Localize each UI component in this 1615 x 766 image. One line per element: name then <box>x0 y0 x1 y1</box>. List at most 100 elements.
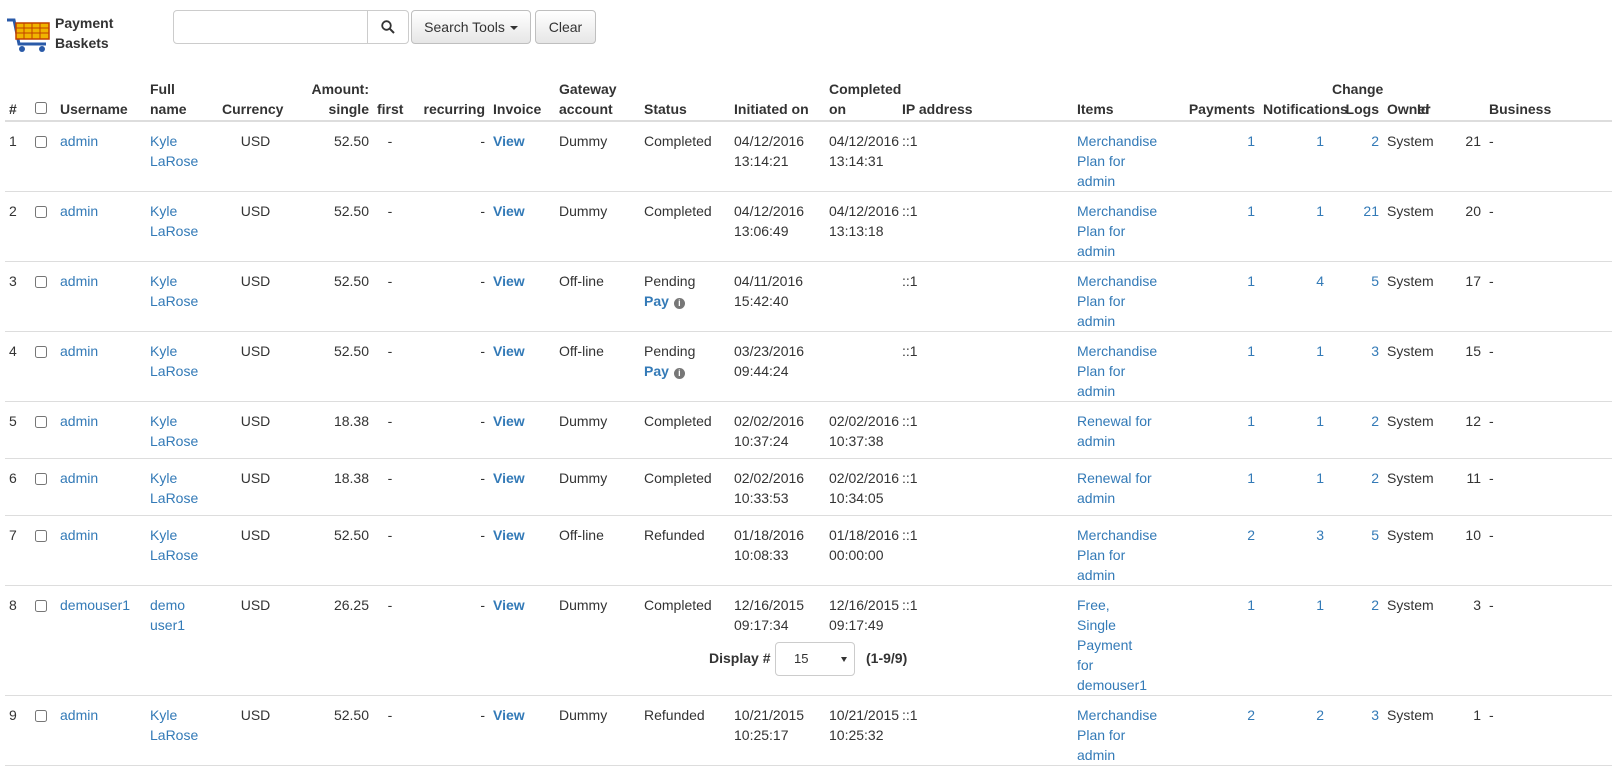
col-username[interactable]: Username <box>56 68 146 122</box>
col-recurring[interactable]: recurring <box>407 68 489 122</box>
row-checkbox[interactable] <box>35 473 47 485</box>
invoice-view-link[interactable]: View <box>493 343 525 359</box>
payments-link[interactable]: 1 <box>1247 413 1255 429</box>
payments-link[interactable]: 1 <box>1247 203 1255 219</box>
col-gateway[interactable]: Gateway account <box>555 68 640 122</box>
row-checkbox[interactable] <box>35 346 47 358</box>
invoice-view-link[interactable]: View <box>493 203 525 219</box>
invoice-view-link[interactable]: View <box>493 413 525 429</box>
change-logs-link[interactable]: 5 <box>1371 527 1379 543</box>
username-link[interactable]: admin <box>60 707 98 723</box>
username-link[interactable]: admin <box>60 133 98 149</box>
col-owner[interactable]: Owner <box>1383 68 1431 122</box>
full-name-link[interactable]: demo user1 <box>150 597 185 633</box>
pay-link[interactable]: Pay <box>644 363 669 379</box>
change-logs-link[interactable]: 2 <box>1371 133 1379 149</box>
col-currency[interactable]: Currency <box>218 68 293 122</box>
full-name-link[interactable]: Kyle LaRose <box>150 413 198 449</box>
full-name-link[interactable]: Kyle LaRose <box>150 527 198 563</box>
items-link[interactable]: Merchandise Plan for admin <box>1077 707 1157 763</box>
invoice-view-link[interactable]: View <box>493 273 525 289</box>
info-icon[interactable]: i <box>673 368 685 379</box>
items-link[interactable]: Merchandise Plan for admin <box>1077 273 1157 329</box>
row-checkbox[interactable] <box>35 136 47 148</box>
username-link[interactable]: admin <box>60 343 98 359</box>
change-logs-link[interactable]: 21 <box>1363 203 1379 219</box>
row-checkbox[interactable] <box>35 416 47 428</box>
username-link[interactable]: admin <box>60 413 98 429</box>
notifications-link[interactable]: 1 <box>1316 133 1324 149</box>
display-count-select[interactable]: 15 <box>775 642 855 676</box>
invoice-view-link[interactable]: View <box>493 707 525 723</box>
search-button[interactable] <box>367 10 409 44</box>
items-link[interactable]: Merchandise Plan for admin <box>1077 133 1157 189</box>
col-initiated[interactable]: Initiated on <box>730 68 825 122</box>
username-link[interactable]: admin <box>60 273 98 289</box>
notifications-link[interactable]: 2 <box>1316 707 1324 723</box>
change-logs-link[interactable]: 2 <box>1371 597 1379 613</box>
full-name-link[interactable]: Kyle LaRose <box>150 343 198 379</box>
full-name-link[interactable]: Kyle LaRose <box>150 273 198 309</box>
full-name-link[interactable]: Kyle LaRose <box>150 203 198 239</box>
payments-link[interactable]: 1 <box>1247 597 1255 613</box>
shopping-cart-icon <box>7 18 50 52</box>
row-checkbox[interactable] <box>35 206 47 218</box>
row-checkbox[interactable] <box>35 710 47 722</box>
notifications-link[interactable]: 1 <box>1316 203 1324 219</box>
payments-link[interactable]: 1 <box>1247 343 1255 359</box>
clear-button[interactable]: Clear <box>535 10 596 44</box>
username-link[interactable]: admin <box>60 203 98 219</box>
row-checkbox[interactable] <box>35 600 47 612</box>
change-logs-link[interactable]: 2 <box>1371 470 1379 486</box>
payments-link[interactable]: 2 <box>1247 707 1255 723</box>
notifications-link[interactable]: 1 <box>1316 597 1324 613</box>
info-icon[interactable]: i <box>673 298 685 309</box>
username-link[interactable]: demouser1 <box>60 597 130 613</box>
col-full-name[interactable]: Full name <box>146 68 218 122</box>
col-status[interactable]: Status <box>640 68 730 122</box>
change-logs-link[interactable]: 3 <box>1371 343 1379 359</box>
payments-link[interactable]: 2 <box>1247 527 1255 543</box>
notifications-link[interactable]: 3 <box>1316 527 1324 543</box>
invoice-view-link[interactable]: View <box>493 470 525 486</box>
search-tools-button[interactable]: Search Tools <box>411 10 531 44</box>
items-link[interactable]: Renewal for admin <box>1077 413 1152 449</box>
select-all-checkbox[interactable] <box>35 102 47 114</box>
invoice-view-link[interactable]: View <box>493 527 525 543</box>
full-name-link[interactable]: Kyle LaRose <box>150 133 198 169</box>
username-link[interactable]: admin <box>60 470 98 486</box>
items-link[interactable]: Renewal for admin <box>1077 470 1152 506</box>
notifications-link[interactable]: 1 <box>1316 413 1324 429</box>
notifications-link[interactable]: 1 <box>1316 470 1324 486</box>
status-text: Completed <box>644 133 712 149</box>
col-ip[interactable]: IP address <box>898 68 1073 122</box>
payments-link[interactable]: 1 <box>1247 470 1255 486</box>
row-number: 7 <box>5 515 29 586</box>
change-logs-link[interactable]: 3 <box>1371 707 1379 723</box>
notifications-link[interactable]: 1 <box>1316 343 1324 359</box>
pay-link[interactable]: Pay <box>644 293 669 309</box>
invoice-view-link[interactable]: View <box>493 133 525 149</box>
notifications-link[interactable]: 4 <box>1316 273 1324 289</box>
full-name-link[interactable]: Kyle LaRose <box>150 470 198 506</box>
initiated-on: 04/11/2016 15:42:40 <box>730 261 825 332</box>
col-first[interactable]: first <box>373 68 407 122</box>
col-amount-single[interactable]: Amount: single <box>293 68 373 122</box>
record-id: 12 <box>1413 401 1485 459</box>
items-link[interactable]: Merchandise Plan for admin <box>1077 343 1157 399</box>
col-business[interactable]: Business <box>1485 68 1612 122</box>
payments-link[interactable]: 1 <box>1247 133 1255 149</box>
col-completed[interactable]: Completed on <box>825 68 901 122</box>
payments-link[interactable]: 1 <box>1247 273 1255 289</box>
change-logs-link[interactable]: 2 <box>1371 413 1379 429</box>
items-link[interactable]: Merchandise Plan for admin <box>1077 527 1157 583</box>
change-logs-link[interactable]: 5 <box>1371 273 1379 289</box>
username-link[interactable]: admin <box>60 527 98 543</box>
items-link[interactable]: Merchandise Plan for admin <box>1077 203 1157 259</box>
col-id[interactable]: Id <box>1413 68 1485 122</box>
invoice-view-link[interactable]: View <box>493 597 525 613</box>
row-checkbox[interactable] <box>35 276 47 288</box>
search-input[interactable] <box>173 10 368 44</box>
full-name-link[interactable]: Kyle LaRose <box>150 707 198 743</box>
row-checkbox[interactable] <box>35 530 47 542</box>
